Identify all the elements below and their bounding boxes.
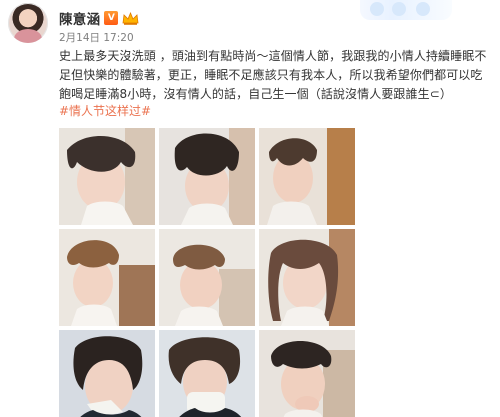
post-timestamp[interactable]: 2月14日 17:20	[59, 30, 134, 45]
hashtag-link[interactable]: #情人节这样过#	[59, 103, 151, 119]
header-decoration	[360, 0, 452, 20]
photo-grid	[59, 128, 359, 417]
author-row: 陳意涵 V	[59, 8, 139, 28]
author-name[interactable]: 陳意涵	[59, 8, 100, 28]
photo-thumbnail[interactable]	[159, 229, 255, 326]
photo-thumbnail[interactable]	[159, 330, 255, 417]
photo-thumbnail[interactable]	[259, 229, 355, 326]
selfie-photo-5	[159, 229, 255, 326]
selfie-photo-1	[59, 128, 155, 225]
photo-thumbnail[interactable]	[59, 229, 155, 326]
post-content: 史上最多天沒洗頭 ，頭油到有點時尚～這個情人節，我跟我的小情人持續睡眠不足但快樂…	[59, 49, 487, 101]
crown-icon	[122, 11, 139, 25]
selfie-photo-8	[159, 330, 255, 417]
photo-thumbnail[interactable]	[259, 330, 355, 417]
photo-thumbnail[interactable]	[159, 128, 255, 225]
photo-thumbnail[interactable]	[259, 128, 355, 225]
weibo-post: 陳意涵 V 2月14日 17:20 史上最多天沒洗頭 ，頭油到有點時尚～這個情人…	[0, 0, 500, 417]
selfie-photo-7	[59, 330, 155, 417]
selfie-photo-6	[259, 229, 355, 326]
author-avatar[interactable]	[8, 3, 48, 43]
selfie-photo-3	[259, 128, 355, 225]
vip-badge: V	[104, 11, 119, 25]
selfie-photo-4	[59, 229, 155, 326]
photo-thumbnail[interactable]	[59, 330, 155, 417]
selfie-photo-9	[259, 330, 355, 417]
selfie-photo-2	[159, 128, 255, 225]
photo-thumbnail[interactable]	[59, 128, 155, 225]
